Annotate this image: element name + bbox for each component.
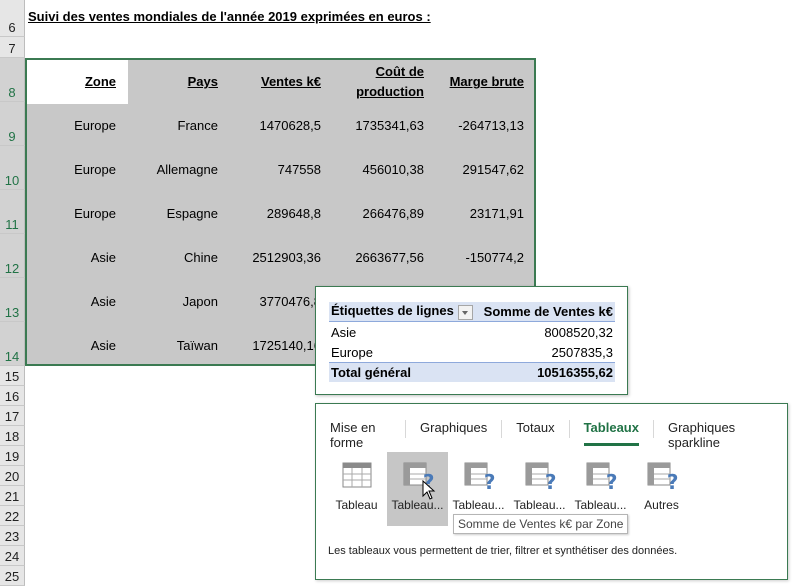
row-header[interactable]: 6 xyxy=(0,0,25,37)
table-cell[interactable]: 266476,89 xyxy=(327,206,424,221)
header-pays[interactable]: Pays xyxy=(127,74,218,89)
row-header[interactable]: 15 xyxy=(0,366,25,386)
row-header[interactable]: 20 xyxy=(0,466,25,486)
option-label: Autres xyxy=(644,498,679,512)
header-zone[interactable]: Zone xyxy=(27,74,116,89)
table-cell[interactable]: 747558 xyxy=(227,162,321,177)
pivot-preview: Étiquettes de lignes Somme de Ventes k€ … xyxy=(315,286,628,395)
table-cell[interactable]: 2663677,56 xyxy=(327,250,424,265)
table-cell[interactable]: Asie xyxy=(27,338,116,353)
table-cell[interactable]: Asie xyxy=(27,294,116,309)
row-header[interactable]: 19 xyxy=(0,446,25,466)
table-cell[interactable]: 23171,91 xyxy=(427,206,524,221)
row-header[interactable]: 24 xyxy=(0,546,25,566)
row-header[interactable]: 12 xyxy=(0,234,25,278)
table-cell[interactable]: -150774,2 xyxy=(427,250,524,265)
option-autres[interactable]: ? Autres xyxy=(631,452,692,526)
tab-mise-en-forme[interactable]: Mise en forme xyxy=(330,420,407,450)
pivot-table-icon: ? xyxy=(525,462,557,494)
header-ventes[interactable]: Ventes k€ xyxy=(227,74,321,89)
question-mark-icon: ? xyxy=(544,470,557,494)
option-label: Tableau... xyxy=(513,498,566,512)
question-mark-icon: ? xyxy=(605,470,618,494)
row-header[interactable]: 16 xyxy=(0,386,25,406)
pivot-row-label: Europe xyxy=(331,344,373,360)
option-pivot-table-1[interactable]: ? Tableau... xyxy=(387,452,448,526)
pivot-row-label: Asie xyxy=(331,324,357,340)
row-header[interactable]: 18 xyxy=(0,426,25,446)
description-text: Les tableaux vous permettent de trier, f… xyxy=(328,545,678,557)
question-mark-icon: ? xyxy=(483,470,496,494)
tab-totaux[interactable]: Totaux xyxy=(516,420,570,438)
row-header[interactable]: 14 xyxy=(0,322,25,366)
row-header[interactable]: 25 xyxy=(0,566,25,586)
table-cell[interactable]: -264713,13 xyxy=(427,118,524,133)
pivot-row-value: 2507835,3 xyxy=(551,344,613,360)
quick-analysis-tabs: Mise en forme Graphiques Totaux Tableaux… xyxy=(330,420,787,450)
row-header[interactable]: 10 xyxy=(0,146,25,190)
row-header[interactable]: 21 xyxy=(0,486,25,506)
quick-analysis-panel: Mise en forme Graphiques Totaux Tableaux… xyxy=(315,403,788,580)
header-cout-line1[interactable]: Coût de xyxy=(327,64,424,79)
pivot-total-label: Total général xyxy=(331,365,411,380)
table-icon xyxy=(342,462,372,492)
option-label: Tableau xyxy=(335,498,378,512)
pivot-row-value: 8008520,32 xyxy=(544,324,613,340)
question-mark-icon: ? xyxy=(666,470,679,494)
table-cell[interactable]: Japon xyxy=(127,294,218,309)
table-cell[interactable]: 291547,62 xyxy=(427,162,524,177)
table-cell[interactable]: 2512903,36 xyxy=(227,250,321,265)
table-cell[interactable]: France xyxy=(127,118,218,133)
table-cell[interactable]: Chine xyxy=(127,250,218,265)
table-cell[interactable]: 1725140,16 xyxy=(227,338,321,353)
pivot-row: Europe 2507835,3 xyxy=(329,342,615,362)
row-header[interactable]: 22 xyxy=(0,506,25,526)
sheet-title[interactable]: Suivi des ventes mondiales de l'année 20… xyxy=(28,9,431,24)
pivot-header-row: Étiquettes de lignes Somme de Ventes k€ xyxy=(329,302,615,322)
table-cell[interactable]: Europe xyxy=(27,162,116,177)
row-header[interactable]: 9 xyxy=(0,102,25,146)
row-header[interactable]: 7 xyxy=(0,37,25,58)
header-cout-line2[interactable]: production xyxy=(327,84,424,99)
row-header[interactable]: 17 xyxy=(0,406,25,426)
tab-graphiques-sparkline[interactable]: Graphiques sparkline xyxy=(668,420,773,450)
pivot-row: Asie 8008520,32 xyxy=(329,322,615,342)
table-cell[interactable]: 1470628,5 xyxy=(227,118,321,133)
tooltip: Somme de Ventes k€ par Zone xyxy=(453,514,629,534)
table-cell[interactable]: Europe xyxy=(27,118,116,133)
table-cell[interactable]: Asie xyxy=(27,250,116,265)
table-cell[interactable]: 1735341,63 xyxy=(327,118,424,133)
mouse-cursor-icon xyxy=(422,480,436,500)
table-cell[interactable]: 3770476,8 xyxy=(227,294,321,309)
table-cell[interactable]: 456010,38 xyxy=(327,162,424,177)
filter-dropdown-icon[interactable] xyxy=(457,304,473,320)
table-cell[interactable]: Europe xyxy=(27,206,116,221)
table-cell[interactable]: Espagne xyxy=(127,206,218,221)
row-header[interactable]: 8 xyxy=(0,58,25,102)
pivot-col2-header: Somme de Ventes k€ xyxy=(483,304,613,319)
table-cell[interactable]: 289648,8 xyxy=(227,206,321,221)
pivot-table-icon: ? xyxy=(586,462,618,494)
tab-tableaux[interactable]: Tableaux xyxy=(583,420,654,446)
option-tableau[interactable]: Tableau xyxy=(326,452,387,526)
row-header[interactable]: 11 xyxy=(0,190,25,234)
pivot-table-icon: ? xyxy=(464,462,496,494)
option-label: Tableau... xyxy=(391,498,444,512)
table-cell[interactable]: Allemagne xyxy=(127,162,218,177)
row-header[interactable]: 13 xyxy=(0,278,25,322)
header-marge[interactable]: Marge brute xyxy=(427,74,524,89)
table-cell[interactable]: Taïwan xyxy=(127,338,218,353)
pivot-total-value: 10516355,62 xyxy=(537,365,613,380)
row-header[interactable]: 23 xyxy=(0,526,25,546)
tab-graphiques[interactable]: Graphiques xyxy=(420,420,503,438)
option-label: Tableau... xyxy=(574,498,627,512)
pivot-table-icon: ? xyxy=(647,462,679,494)
pivot-total-row: Total général 10516355,62 xyxy=(329,362,615,382)
pivot-col1-header: Étiquettes de lignes xyxy=(331,303,454,319)
option-label: Tableau... xyxy=(452,498,505,512)
